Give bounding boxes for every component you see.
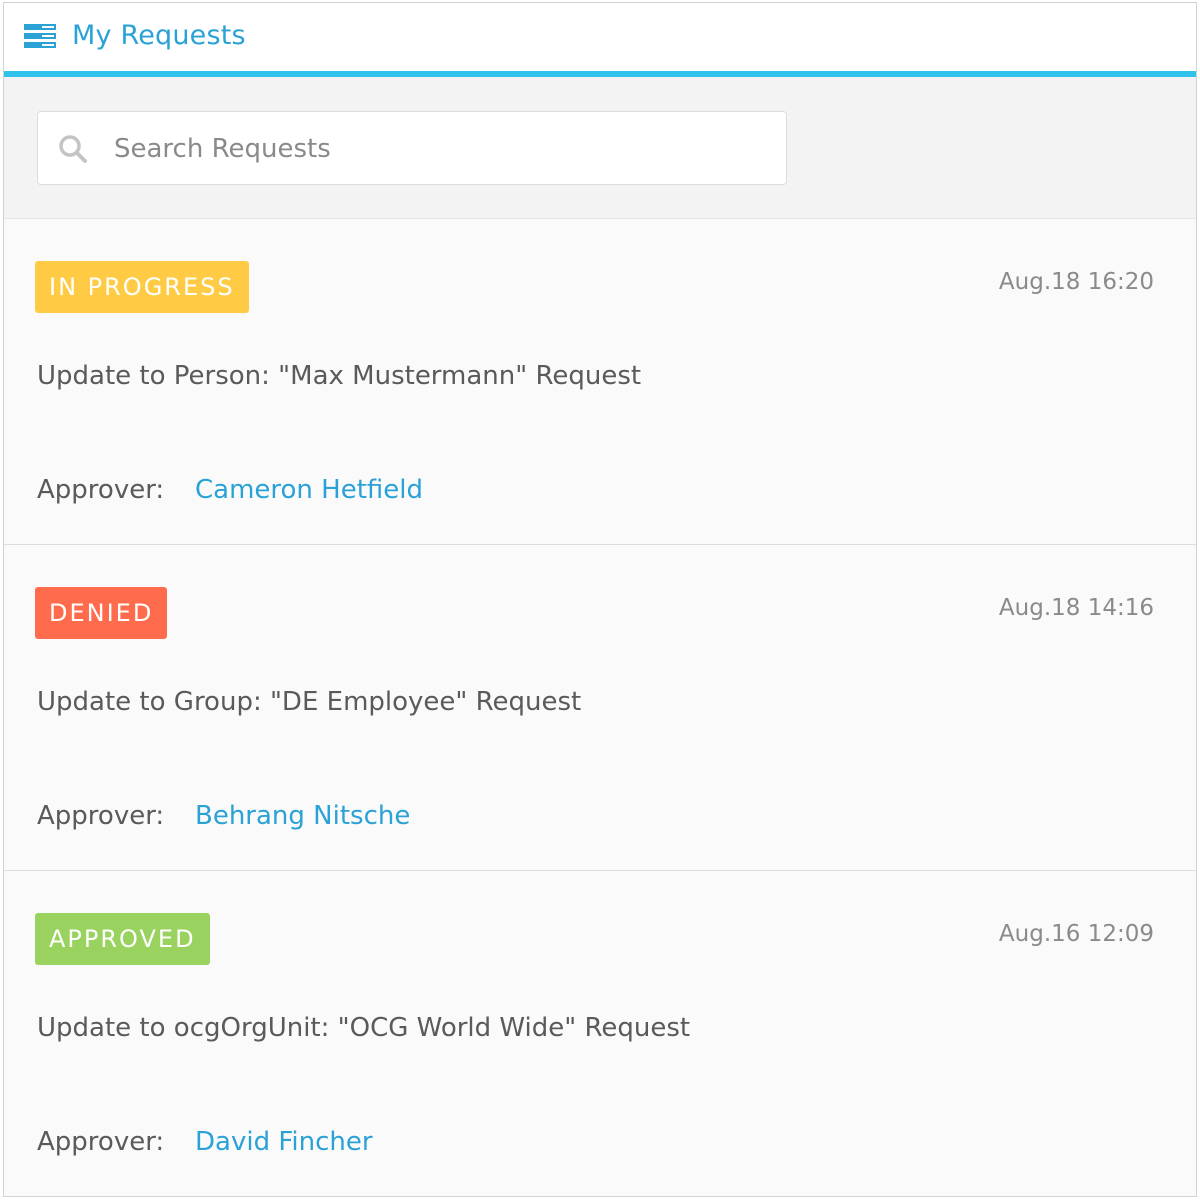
request-title: Update to Person: "Max Mustermann" Reque…: [37, 361, 642, 391]
search-input[interactable]: [114, 130, 754, 168]
approver-label: Approver:: [37, 1127, 165, 1157]
status-badge: DENIED: [35, 587, 168, 639]
menu-list-icon[interactable]: [24, 24, 56, 48]
search-icon: [59, 135, 87, 163]
status-badge: IN PROGRESS: [35, 261, 249, 313]
approver-link[interactable]: Behrang Nitsche: [195, 801, 410, 831]
request-timestamp: Aug.18 14:16: [998, 595, 1154, 621]
approver-link[interactable]: David Fincher: [195, 1127, 373, 1157]
approver-link[interactable]: Cameron Hetfield: [195, 475, 423, 505]
search-area: [4, 77, 1196, 219]
request-card[interactable]: DENIED Aug.18 14:16 Update to Group: "DE…: [4, 545, 1196, 871]
request-title: Update to ocgOrgUnit: "OCG World Wide" R…: [37, 1013, 691, 1043]
approver-label: Approver:: [37, 475, 165, 505]
panel-header: My Requests: [4, 3, 1196, 71]
request-card[interactable]: APPROVED Aug.16 12:09 Update to ocgOrgUn…: [4, 871, 1196, 1196]
status-badge: APPROVED: [35, 913, 210, 965]
request-timestamp: Aug.16 12:09: [998, 921, 1154, 947]
approver-label: Approver:: [37, 801, 165, 831]
search-box[interactable]: [37, 111, 787, 185]
request-card[interactable]: IN PROGRESS Aug.18 16:20 Update to Perso…: [4, 219, 1196, 545]
page-title: My Requests: [72, 20, 246, 51]
requests-panel: My Requests IN PROGRESS Aug.18 16:20 Upd…: [3, 2, 1197, 1197]
request-title: Update to Group: "DE Employee" Request: [37, 687, 582, 717]
request-timestamp: Aug.18 16:20: [998, 269, 1154, 295]
